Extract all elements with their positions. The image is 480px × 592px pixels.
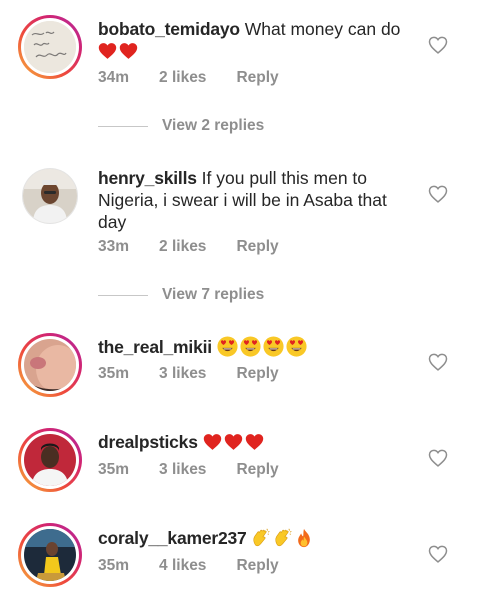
comment-time: 35m xyxy=(98,365,130,382)
red-heart-emoji xyxy=(224,433,243,451)
divider xyxy=(98,294,148,296)
comment-meta: 35m 3 likes Reply xyxy=(98,365,309,383)
reply-button[interactable]: Reply xyxy=(236,461,278,479)
comment-time: 35m xyxy=(98,461,130,478)
comment-body: What money can do xyxy=(244,19,401,39)
comment-username[interactable]: drealpsticks xyxy=(98,432,198,452)
heart-outline-icon[interactable] xyxy=(428,352,448,372)
heart-outline-icon[interactable] xyxy=(428,448,448,468)
comment-username[interactable]: bobato_temidayo xyxy=(98,19,240,39)
view-replies-label: View 7 replies xyxy=(162,286,265,303)
avatar xyxy=(24,434,76,486)
clapping-hands-emoji xyxy=(273,528,293,548)
comment-username[interactable]: the_real_mikii xyxy=(98,337,212,357)
clapping-hands-emoji xyxy=(251,528,271,548)
avatar-story-ring[interactable] xyxy=(18,428,82,492)
comment-meta: 34m 2 likes Reply xyxy=(98,69,309,87)
heart-eyes-emoji xyxy=(263,336,284,357)
comment-likes[interactable]: 2 likes xyxy=(159,238,206,256)
comment-username[interactable]: coraly__kamer237 xyxy=(98,528,247,548)
reply-button[interactable]: Reply xyxy=(236,238,278,256)
avatar-face-closeup xyxy=(24,339,76,391)
view-replies-button[interactable]: View 2 replies xyxy=(98,117,264,135)
comment-likes[interactable]: 2 likes xyxy=(159,69,206,87)
comment-time: 35m xyxy=(98,557,130,574)
comment-text-block: henry_skills If you pull this men to Nig… xyxy=(98,167,418,233)
comment-text-block: drealpsticks xyxy=(98,431,418,453)
avatar-story-ring[interactable] xyxy=(18,523,82,587)
comment-text-block: the_real_mikii xyxy=(98,336,418,358)
avatar xyxy=(24,339,76,391)
comment-meta: 35m 4 likes Reply xyxy=(98,557,309,575)
red-heart-emoji xyxy=(245,433,264,451)
avatar-ring[interactable] xyxy=(22,168,78,224)
avatar-woman-photo xyxy=(24,529,76,581)
avatar-handwriting-image xyxy=(24,21,76,73)
avatar xyxy=(24,529,76,581)
comment-time: 34m xyxy=(98,69,130,86)
avatar-story-ring[interactable] xyxy=(18,333,82,397)
comment-likes[interactable]: 4 likes xyxy=(159,557,206,575)
heart-eyes-emoji xyxy=(240,336,261,357)
heart-eyes-emoji xyxy=(286,336,307,357)
heart-outline-icon[interactable] xyxy=(428,184,448,204)
avatar-man-photo xyxy=(23,169,77,223)
avatar xyxy=(23,169,77,223)
avatar-story-ring[interactable] xyxy=(18,15,82,79)
comment-likes[interactable]: 3 likes xyxy=(159,365,206,383)
heart-outline-icon[interactable] xyxy=(428,35,448,55)
red-heart-emoji xyxy=(98,42,117,60)
comment-meta: 35m 3 likes Reply xyxy=(98,461,309,479)
comment-username[interactable]: henry_skills xyxy=(98,168,197,188)
heart-eyes-emoji xyxy=(217,336,238,357)
view-replies-label: View 2 replies xyxy=(162,117,265,134)
comment-meta: 33m 2 likes Reply xyxy=(98,238,309,256)
comment-likes[interactable]: 3 likes xyxy=(159,461,206,479)
heart-outline-icon[interactable] xyxy=(428,544,448,564)
reply-button[interactable]: Reply xyxy=(236,365,278,383)
reply-button[interactable]: Reply xyxy=(236,69,278,87)
avatar-man-photo xyxy=(24,434,76,486)
comment-text-block: bobato_temidayo What money can do xyxy=(98,18,418,62)
fire-emoji xyxy=(295,528,313,548)
divider xyxy=(98,125,148,127)
avatar xyxy=(24,21,76,73)
red-heart-emoji xyxy=(119,42,138,60)
view-replies-button[interactable]: View 7 replies xyxy=(98,286,264,304)
comment-time: 33m xyxy=(98,238,130,255)
comment-text-block: coraly__kamer237 xyxy=(98,527,418,549)
red-heart-emoji xyxy=(203,433,222,451)
reply-button[interactable]: Reply xyxy=(236,557,278,575)
